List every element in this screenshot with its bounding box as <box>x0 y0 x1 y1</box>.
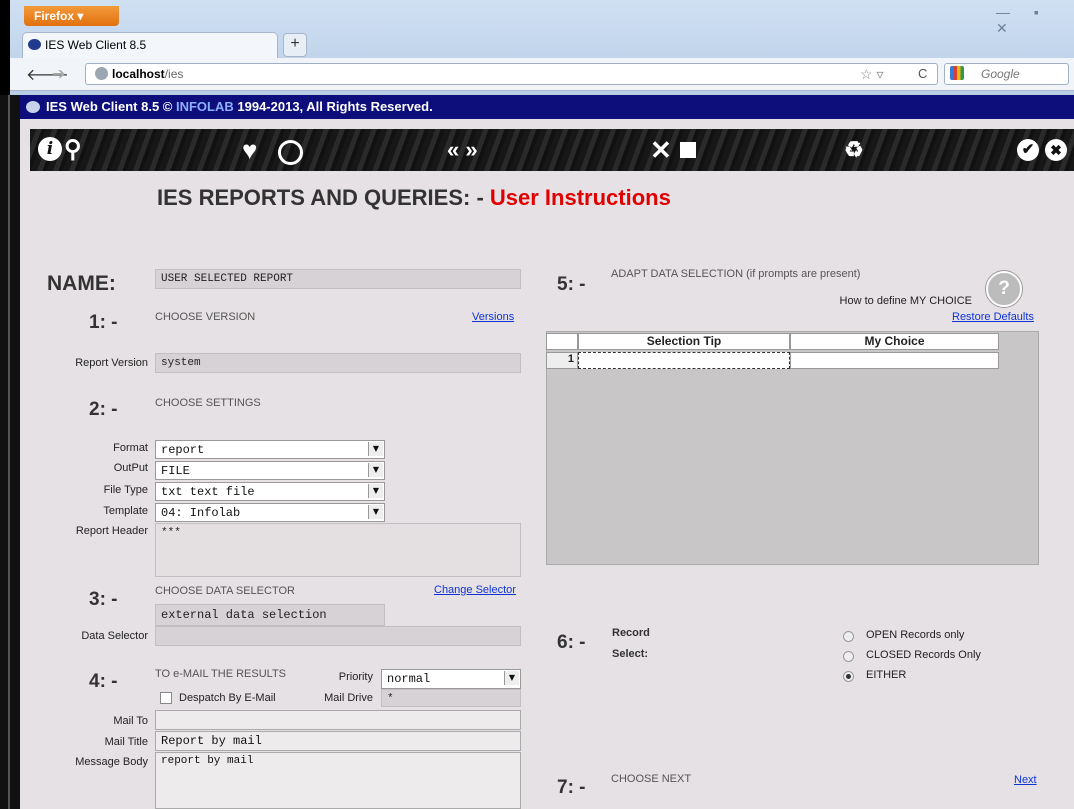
clock-icon[interactable] <box>278 140 303 165</box>
template-label: Template <box>103 505 148 517</box>
section-6-number: 6: - <box>557 632 586 653</box>
file-type-select[interactable]: txt text file ▼ <box>155 482 385 501</box>
chevron-down-icon: ▼ <box>368 484 383 498</box>
grid-cell-selection-tip[interactable] <box>578 352 790 369</box>
section-3-title: CHOOSE DATA SELECTOR <box>155 585 295 597</box>
check-icon[interactable]: ✔ <box>1017 139 1039 161</box>
grid-row-number: 1 <box>546 352 578 369</box>
chevron-down-icon: ▼ <box>504 671 519 685</box>
browser-tab[interactable]: IES Web Client 8.5 <box>22 32 278 58</box>
data-selector-label: Data Selector <box>81 630 148 642</box>
favicon-icon <box>28 39 41 50</box>
recycle-icon[interactable]: ♻ <box>844 133 864 167</box>
app-toolbar <box>30 129 1074 171</box>
template-select[interactable]: 04: Infolab ▼ <box>155 503 385 522</box>
select-label: Select: <box>612 648 649 660</box>
section-5-title: ADAPT DATA SELECTION (if prompts are pre… <box>611 268 861 280</box>
column-header-selection-tip[interactable]: Selection Tip <box>578 333 790 350</box>
change-selector-link[interactable]: Change Selector <box>434 584 516 596</box>
output-label: OutPut <box>113 462 148 474</box>
name-label: NAME: <box>47 272 116 295</box>
chevron-down-icon: ▼ <box>368 442 383 456</box>
grid-corner-header <box>546 333 578 350</box>
mail-title-field[interactable]: Report by mail <box>155 731 521 751</box>
firefox-menu-button[interactable]: Firefox ▾ <box>24 6 119 26</box>
section-7-title: CHOOSE NEXT <box>611 773 692 785</box>
radio-closed-records[interactable] <box>843 651 854 662</box>
priority-label: Priority <box>338 671 373 683</box>
chevron-down-icon: ▼ <box>368 463 383 477</box>
new-tab-button[interactable]: + <box>283 33 307 57</box>
section-3-number: 3: - <box>89 589 118 610</box>
mail-to-field[interactable] <box>155 710 521 730</box>
message-body-textarea[interactable]: report by mail <box>155 752 521 809</box>
how-to-define-label: How to define MY CHOICE <box>839 295 972 307</box>
section-4-number: 4: - <box>89 671 118 692</box>
section-7-number: 7: - <box>557 777 586 798</box>
column-header-my-choice[interactable]: My Choice <box>790 333 999 350</box>
data-selection-type-field[interactable]: external data selection <box>155 604 385 626</box>
url-bar[interactable]: localhost/ies <box>85 63 938 85</box>
mail-title-label: Mail Title <box>104 736 148 748</box>
section-2-title: CHOOSE SETTINGS <box>155 397 261 409</box>
format-label: Format <box>113 442 148 454</box>
info-icon[interactable]: i <box>38 137 62 161</box>
radio-either[interactable] <box>843 671 854 682</box>
google-icon[interactable] <box>950 66 964 80</box>
radio-closed-records-label: CLOSED Records Only <box>866 649 981 661</box>
bookmark-star-icon[interactable]: ☆ ▿ <box>860 66 883 83</box>
mail-to-label: Mail To <box>113 715 148 727</box>
despatch-email-checkbox[interactable] <box>160 692 172 704</box>
despatch-email-label: Despatch By E-Mail <box>179 692 276 704</box>
restore-defaults-link[interactable]: Restore Defaults <box>952 311 1034 323</box>
format-select[interactable]: report ▼ <box>155 440 385 459</box>
grid-cell-my-choice[interactable] <box>790 352 999 369</box>
window-left-edge <box>0 95 20 809</box>
section-4-title: TO e-MAIL THE RESULTS <box>155 668 287 680</box>
radio-open-records[interactable] <box>843 631 854 642</box>
file-type-label: File Type <box>103 484 148 496</box>
data-selector-field[interactable] <box>155 626 521 646</box>
stop-icon[interactable] <box>680 142 696 158</box>
help-icon[interactable]: ? <box>986 271 1022 307</box>
tools-icon[interactable]: ✕ <box>650 133 672 167</box>
versions-link[interactable]: Versions <box>472 311 514 323</box>
output-select[interactable]: FILE ▼ <box>155 461 385 480</box>
window-controls[interactable]: — ▪ ✕ <box>996 4 1066 36</box>
report-version-label: Report Version <box>75 357 148 369</box>
section-1-title: CHOOSE VERSION <box>155 311 256 323</box>
app-banner: IES Web Client 8.5 © INFOLAB 1994-2013, … <box>20 95 1074 119</box>
priority-select[interactable]: normal ▼ <box>381 669 521 689</box>
radio-open-records-label: OPEN Records only <box>866 629 965 641</box>
tab-title: IES Web Client 8.5 <box>45 38 147 52</box>
forward-arrow-icon[interactable]: ➔ <box>52 64 65 84</box>
site-identity-icon[interactable] <box>95 67 108 80</box>
section-5-number: 5: - <box>557 274 586 295</box>
app-logo-icon <box>26 101 40 113</box>
window-left-edge-line <box>8 95 10 809</box>
close-icon[interactable]: ✖ <box>1045 139 1067 161</box>
mail-drive-field[interactable]: * <box>381 689 521 707</box>
search-icon[interactable]: ⚲ <box>64 133 82 167</box>
reload-icon[interactable]: C <box>918 66 927 81</box>
report-version-field[interactable]: system <box>155 353 521 373</box>
report-header-textarea[interactable]: *** <box>155 523 521 577</box>
report-name-field[interactable]: USER SELECTED REPORT <box>155 269 521 289</box>
rewind-forward-icon[interactable]: « » <box>447 133 478 167</box>
section-1-number: 1: - <box>89 312 118 333</box>
report-header-label: Report Header <box>75 525 148 537</box>
next-link[interactable]: Next <box>1014 774 1037 786</box>
message-body-label: Message Body <box>75 756 148 768</box>
section-2-number: 2: - <box>89 399 118 420</box>
page-title: IES REPORTS AND QUERIES: - User Instruct… <box>157 185 671 210</box>
record-label: Record <box>612 627 650 639</box>
mail-drive-label: Mail Drive <box>324 692 373 704</box>
chevron-down-icon: ▼ <box>368 505 383 519</box>
heart-icon[interactable]: ♥ <box>242 133 257 167</box>
radio-either-label: EITHER <box>866 669 907 681</box>
